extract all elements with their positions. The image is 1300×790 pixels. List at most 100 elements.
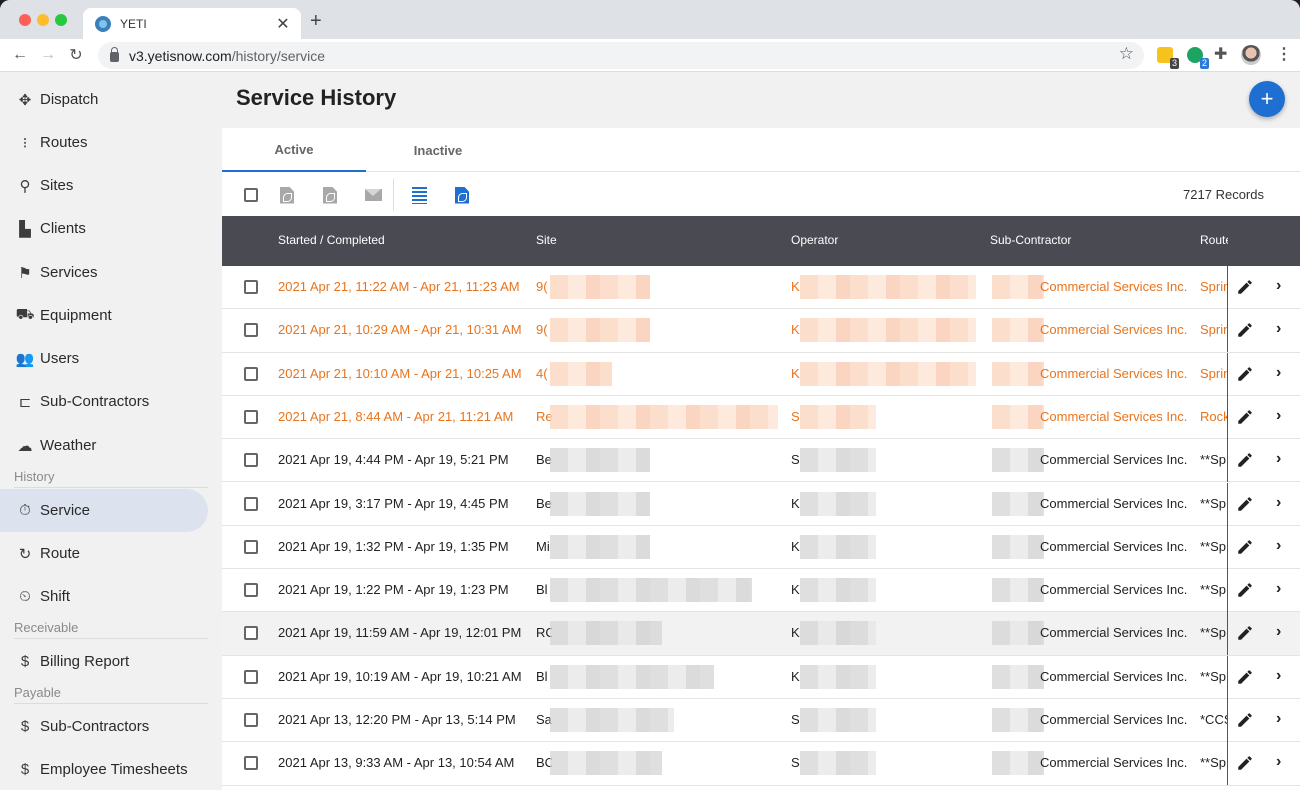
row-checkbox[interactable]: [244, 366, 258, 381]
column-header-site[interactable]: Site: [536, 233, 557, 247]
minimize-window-button[interactable]: [37, 14, 49, 26]
column-header-sub-contractor[interactable]: Sub-Contractor: [990, 233, 1071, 247]
yellow-extension-icon[interactable]: 3: [1157, 47, 1179, 69]
sidebar-item-equipment[interactable]: ⛟ Equipment: [0, 294, 208, 337]
table-row[interactable]: 2021 Apr 19, 3:17 PM - Apr 19, 4:45 PM B…: [222, 482, 1300, 526]
chevron-right-icon[interactable]: ›: [1276, 710, 1281, 728]
sidebar-item-route-history[interactable]: ↻ Route: [0, 532, 208, 575]
sidebar-item-sites[interactable]: ⚲ Sites: [0, 164, 208, 207]
table-row[interactable]: 2021 Apr 21, 8:44 AM - Apr 21, 11:21 AM …: [222, 395, 1300, 440]
tab-inactive[interactable]: Inactive: [366, 128, 510, 172]
sidebar-item-users[interactable]: 👥 Users: [0, 337, 208, 380]
edit-pencil-icon[interactable]: [1236, 365, 1254, 383]
green-extension-icon[interactable]: 2: [1187, 47, 1209, 69]
sidebar-item-sub-contractors[interactable]: ⊏ Sub-Contractors: [0, 380, 208, 423]
table-row[interactable]: 2021 Apr 13, 12:20 PM - Apr 13, 5:14 PM …: [222, 699, 1300, 743]
edit-pencil-icon[interactable]: [1236, 321, 1254, 339]
edit-pencil-icon[interactable]: [1236, 538, 1254, 556]
email-button[interactable]: [363, 185, 383, 205]
sidebar-item-payable-sub-contractors[interactable]: $ Sub-Contractors: [0, 705, 208, 748]
edit-pencil-icon[interactable]: [1236, 711, 1254, 729]
table-header: Started / Completed Site Operator Sub-Co…: [222, 216, 1300, 266]
table-row[interactable]: 2021 Apr 21, 11:22 AM - Apr 21, 11:23 AM…: [222, 266, 1300, 310]
chevron-right-icon[interactable]: ›: [1276, 494, 1281, 512]
sub-contractor-cell: Commercial Services Inc.: [1040, 452, 1188, 468]
column-header-operator[interactable]: Operator: [791, 233, 838, 247]
chevron-right-icon[interactable]: ›: [1276, 364, 1281, 382]
row-checkbox[interactable]: [244, 626, 258, 641]
edit-pencil-icon[interactable]: [1236, 278, 1254, 296]
row-checkbox[interactable]: [244, 280, 258, 294]
sidebar-item-shift-history[interactable]: ⏲ Shift: [0, 575, 208, 618]
chevron-right-icon[interactable]: ›: [1276, 537, 1281, 555]
chevron-right-icon[interactable]: ›: [1276, 450, 1281, 468]
select-all-checkbox[interactable]: [241, 185, 261, 205]
table-row[interactable]: 2021 Apr 13, 9:33 AM - Apr 13, 10:54 AM …: [222, 742, 1300, 786]
row-checkbox[interactable]: [244, 323, 258, 338]
bookmark-star-icon[interactable]: ☆: [1119, 44, 1134, 64]
chevron-right-icon[interactable]: ›: [1276, 320, 1281, 338]
export-pdf-button[interactable]: [277, 185, 297, 205]
row-checkbox[interactable]: [244, 713, 258, 727]
row-checkbox[interactable]: [244, 539, 258, 554]
table-row[interactable]: 2021 Apr 21, 10:29 AM - Apr 21, 10:31 AM…: [222, 309, 1300, 353]
started-completed-cell: 2021 Apr 19, 1:22 PM - Apr 19, 1:23 PM: [278, 582, 509, 598]
sidebar-item-service-history[interactable]: ⏱ Service: [0, 489, 208, 532]
row-checkbox[interactable]: [244, 756, 258, 771]
chevron-right-icon[interactable]: ›: [1276, 277, 1281, 295]
reload-button[interactable]: ↻: [62, 45, 90, 65]
sidebar-item-weather[interactable]: ☁ Weather: [0, 424, 208, 467]
redacted-sub-contractor: [992, 318, 1044, 343]
row-checkbox[interactable]: [244, 453, 258, 468]
extensions-puzzle-icon[interactable]: ✚: [1214, 44, 1227, 64]
chevron-right-icon[interactable]: ›: [1276, 623, 1281, 641]
sidebar-item-routes[interactable]: ⁝ Routes: [0, 121, 208, 164]
chevron-right-icon[interactable]: ›: [1276, 580, 1281, 598]
close-window-button[interactable]: [19, 14, 31, 26]
back-button[interactable]: ←: [6, 46, 34, 64]
row-checkbox[interactable]: [244, 496, 258, 511]
edit-pencil-icon[interactable]: [1236, 408, 1254, 426]
chevron-right-icon[interactable]: ›: [1276, 753, 1281, 771]
sidebar-item-employee-timesheets[interactable]: $ Employee Timesheets: [0, 748, 208, 790]
sub-contractor-cell: Commercial Services Inc.: [1040, 538, 1188, 554]
close-tab-icon[interactable]: ✕: [273, 14, 293, 34]
address-bar[interactable]: v3.yetisnow.com/history/service ☆: [98, 42, 1144, 69]
export-list-button[interactable]: [409, 185, 429, 205]
redacted-sub-contractor: [992, 751, 1044, 776]
row-checkbox[interactable]: [244, 669, 258, 684]
table-row[interactable]: 2021 Apr 19, 4:44 PM - Apr 19, 5:21 PM B…: [222, 439, 1300, 483]
chevron-right-icon[interactable]: ›: [1276, 407, 1281, 425]
profile-avatar[interactable]: [1241, 45, 1261, 65]
new-tab-button[interactable]: +: [310, 10, 322, 33]
table-row[interactable]: 2021 Apr 19, 10:19 AM - Apr 19, 10:21 AM…: [222, 655, 1300, 699]
maximize-window-button[interactable]: [55, 14, 67, 26]
export-pdf-all-button[interactable]: [452, 185, 472, 205]
sidebar-item-clients[interactable]: ▙ Clients: [0, 207, 208, 250]
column-header-started-completed[interactable]: Started / Completed: [278, 233, 385, 247]
forward-button[interactable]: →: [34, 46, 62, 64]
chevron-right-icon[interactable]: ›: [1276, 667, 1281, 685]
browser-tab[interactable]: YETI ✕: [83, 8, 301, 39]
column-header-route[interactable]: Route: [1200, 233, 1228, 247]
sidebar-item-services[interactable]: ⚑ Services: [0, 251, 208, 294]
table-row[interactable]: 2021 Apr 21, 10:10 AM - Apr 21, 10:25 AM…: [222, 352, 1300, 396]
edit-pencil-icon[interactable]: [1236, 581, 1254, 599]
table-row[interactable]: 2021 Apr 19, 11:59 AM - Apr 19, 12:01 PM…: [222, 612, 1300, 656]
edit-pencil-icon[interactable]: [1236, 668, 1254, 686]
row-checkbox[interactable]: [244, 409, 258, 424]
edit-pencil-icon[interactable]: [1236, 495, 1254, 513]
browser-menu-icon[interactable]: ⋮: [1276, 44, 1292, 64]
edit-pencil-icon[interactable]: [1236, 624, 1254, 642]
sidebar-item-billing-report[interactable]: $ Billing Report: [0, 640, 208, 683]
tab-active[interactable]: Active: [222, 128, 366, 172]
table-row[interactable]: 2021 Apr 19, 1:32 PM - Apr 19, 1:35 PM M…: [222, 525, 1300, 570]
row-checkbox[interactable]: [244, 583, 258, 598]
add-button[interactable]: +: [1249, 81, 1285, 117]
edit-pencil-icon[interactable]: [1236, 754, 1254, 772]
sidebar-item-dispatch[interactable]: ✥ Dispatch: [0, 78, 208, 121]
download-pdf-button[interactable]: [320, 185, 340, 205]
cloud-icon: ☁: [17, 437, 33, 455]
table-row[interactable]: 2021 Apr 19, 1:22 PM - Apr 19, 1:23 PM B…: [222, 569, 1300, 613]
edit-pencil-icon[interactable]: [1236, 451, 1254, 469]
